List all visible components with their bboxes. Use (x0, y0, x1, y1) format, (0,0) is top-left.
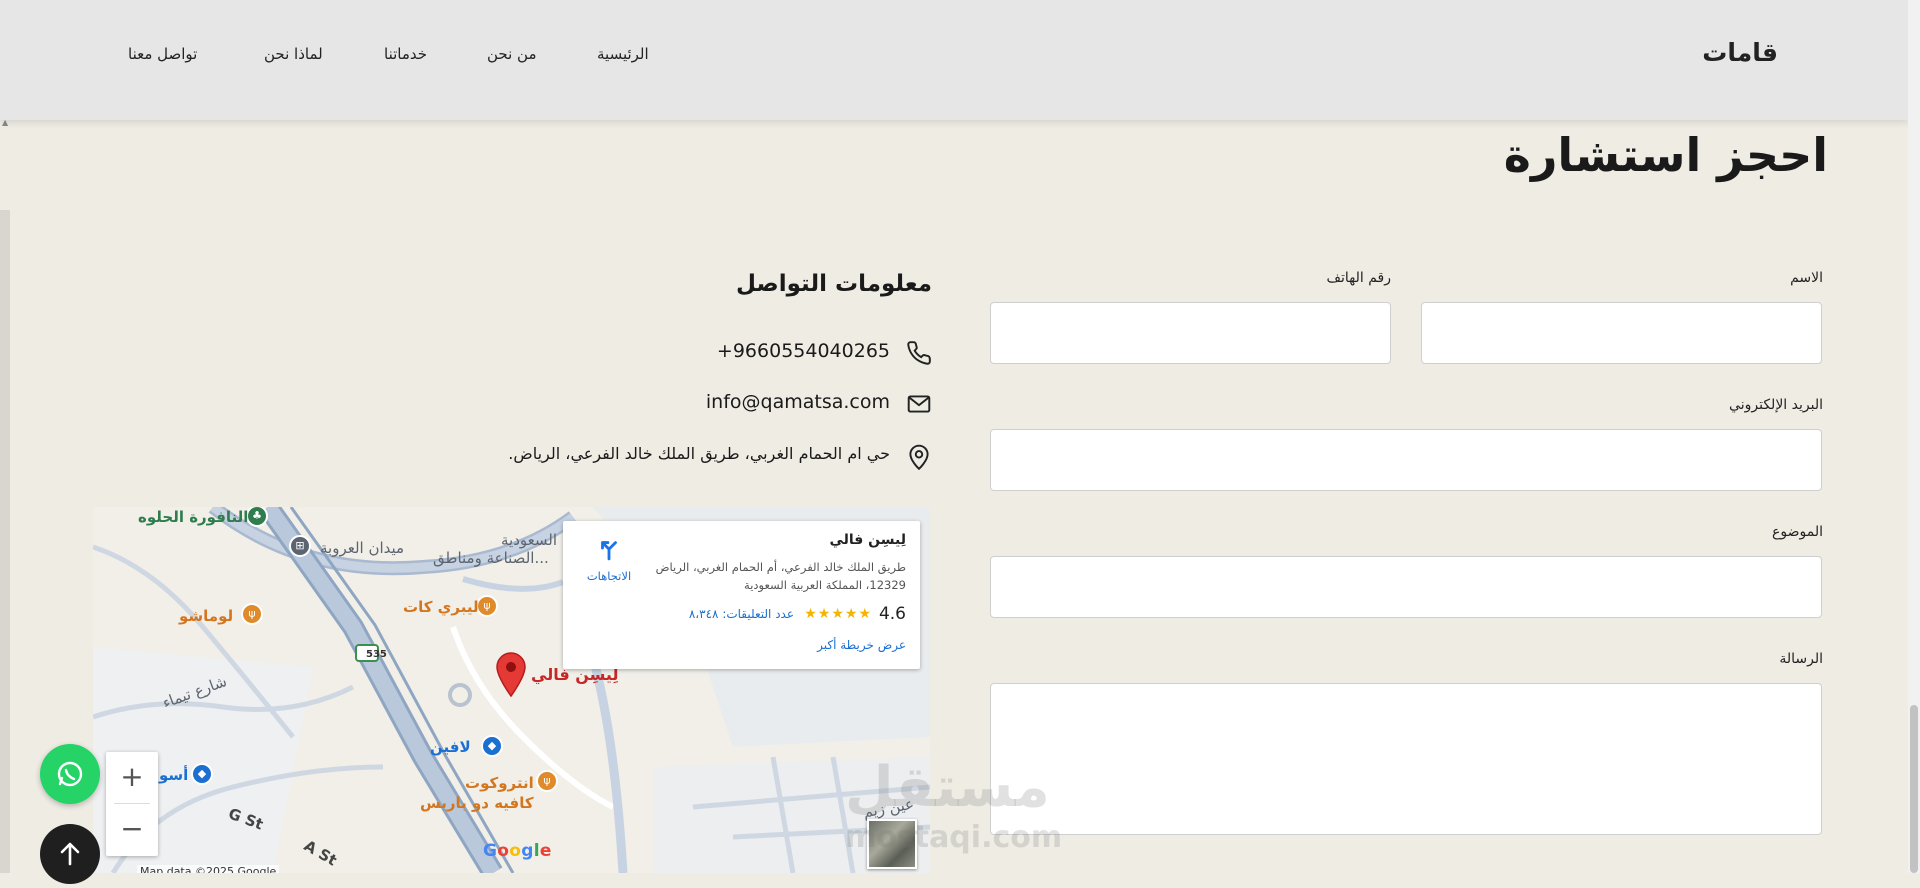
place-name: لِيسِن فالي (829, 532, 906, 548)
map-zoom-controls: + − (106, 752, 158, 856)
contact-phone-row: +9660554040265 (500, 336, 932, 368)
back-to-top-button[interactable] (40, 824, 100, 884)
brand-logo[interactable]: قامات (1702, 38, 1778, 67)
page-title: احجز استشارة (1503, 128, 1828, 182)
map-label-libri: ليبري كات (403, 598, 479, 616)
watermark-url: mostaqi.com (845, 820, 1063, 855)
directions-button[interactable]: الاتجاهات (581, 535, 637, 583)
view-larger-map-link[interactable]: عرض خريطة أكبر (817, 638, 906, 652)
email-label: البريد الإلكتروني (1729, 397, 1823, 413)
contact-email-row: info@qamatsa.com (500, 387, 932, 419)
google-logo: Google (483, 841, 552, 861)
subject-input[interactable] (990, 556, 1822, 618)
email-input[interactable] (990, 429, 1822, 491)
nav-contact[interactable]: تواصل معنا (128, 45, 197, 63)
map-label-midan: ميدان العروبة (320, 539, 405, 557)
contact-address-row: حي ام الحمام الغربي، طريق الملك خالد الف… (400, 438, 932, 471)
nav-about[interactable]: من نحن (487, 45, 537, 63)
phone-input[interactable] (990, 302, 1391, 364)
watermark-logo: مستقل (845, 755, 1050, 820)
location-pin-icon (909, 444, 929, 471)
map-label-sinaa: الصناعة ومناطق... (433, 549, 549, 567)
name-label: الاسم (1790, 270, 1823, 286)
map-label-lomasho: لوماشو (179, 607, 234, 625)
map-restaurant-icon-2[interactable]: ψ (241, 603, 263, 625)
site-header: قامات الرئيسية من نحن خدماتنا لماذا نحن … (0, 0, 1908, 120)
contact-email[interactable]: info@qamatsa.com (706, 391, 890, 413)
map-label-cafe: كافيه دو باريس (420, 794, 534, 812)
page-edge (0, 210, 10, 873)
arrow-up-icon (60, 842, 80, 866)
subject-label: الموضوع (1772, 524, 1823, 540)
map-location-marker-icon[interactable] (495, 651, 527, 697)
map-cart-icon[interactable]: ◆ (191, 763, 213, 785)
map-place-card: لِيسِن فالي طريق الملك خالد الفرعي، أم ا… (563, 521, 920, 669)
whatsapp-icon (57, 761, 83, 787)
map-restaurant-icon[interactable]: ψ (476, 595, 498, 617)
map-label-saudia: السعودية (501, 531, 558, 549)
message-label: الرسالة (1779, 651, 1823, 667)
contact-address: حي ام الحمام الغربي، طريق الملك خالد الف… (508, 444, 890, 463)
contact-phone[interactable]: +9660554040265 (717, 340, 890, 362)
scrollbar[interactable] (1908, 0, 1920, 873)
map-label-antrokot: انتروكوت (465, 774, 534, 792)
message-textarea[interactable] (990, 683, 1822, 835)
nav-services[interactable]: خدماتنا (384, 45, 427, 63)
rating-stars-icon: ★★★★★ (804, 606, 872, 622)
map-restaurant-icon-3[interactable]: ψ (536, 770, 558, 792)
map-route-number: 535 (366, 649, 387, 660)
google-map[interactable]: 535 ♣ النافورة الحلوه ⊞ ميدان العروبة ال… (93, 507, 930, 873)
map-attribution[interactable]: Map data ©2025 Google (137, 865, 280, 873)
nav-why-us[interactable]: لماذا نحن (264, 45, 323, 63)
scrollbar-thumb[interactable] (1910, 705, 1918, 873)
place-address: طريق الملك خالد الفرعي، أم الحمام الغربي… (655, 560, 906, 592)
zoom-out-button[interactable]: − (106, 804, 158, 854)
place-reviews-link[interactable]: عدد التعليقات: ٨،٣٤٨ (689, 607, 794, 621)
map-label-nafoura: النافورة الحلوه (138, 508, 249, 526)
directions-label: الاتجاهات (586, 569, 632, 583)
whatsapp-button[interactable] (40, 744, 100, 804)
main-nav: الرئيسية من نحن خدماتنا لماذا نحن تواصل … (0, 45, 700, 69)
mail-icon (907, 395, 931, 413)
map-shop-icon[interactable]: ◆ (481, 735, 503, 757)
zoom-in-button[interactable]: + (106, 752, 158, 802)
map-label-lafeen: لافين (430, 738, 471, 756)
directions-icon (601, 541, 617, 561)
map-label-osto: أسو (159, 766, 189, 784)
place-rating: 4.6 (878, 604, 906, 624)
phone-icon (907, 341, 931, 365)
nav-home[interactable]: الرئيسية (597, 45, 649, 63)
phone-label: رقم الهاتف (1326, 270, 1391, 286)
contact-info-title: معلومات التواصل (736, 271, 932, 297)
name-input[interactable] (1421, 302, 1822, 364)
map-poi-landmark-icon[interactable]: ⊞ (289, 535, 311, 557)
